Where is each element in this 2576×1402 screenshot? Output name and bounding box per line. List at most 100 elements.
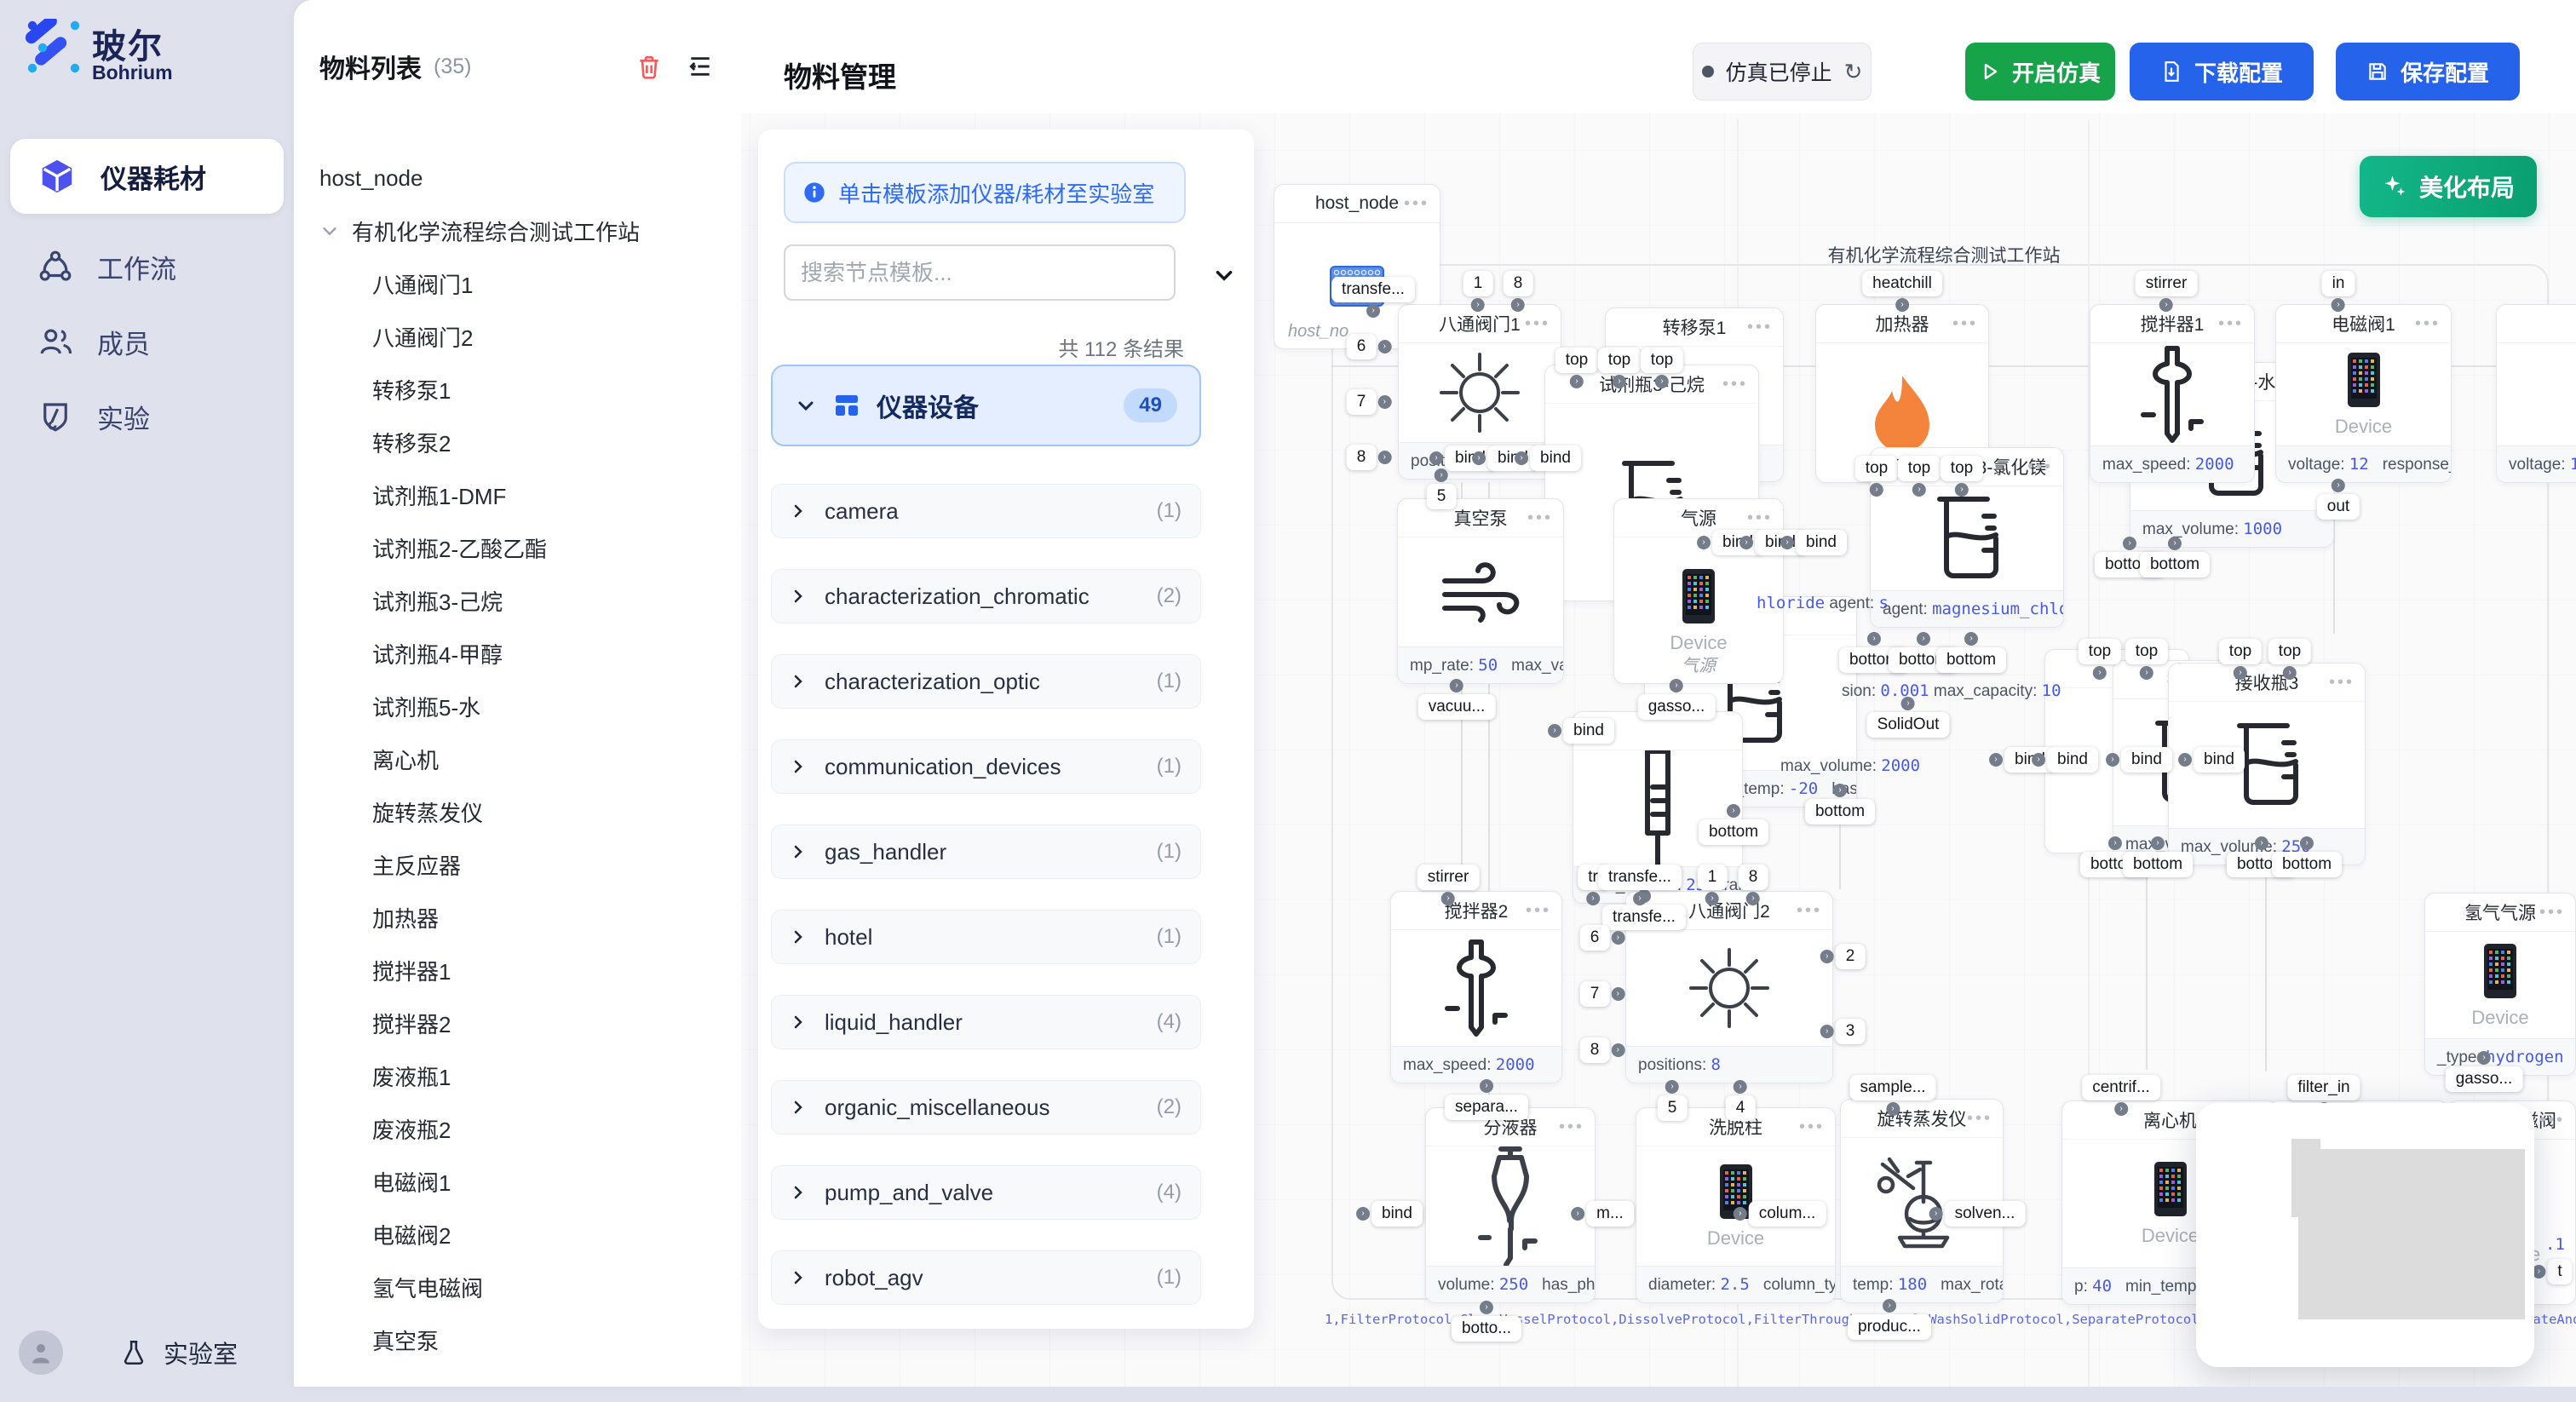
beautify-layout-button[interactable]: 美化布局 — [2360, 156, 2537, 217]
port-dot-icon[interactable]: › — [1867, 632, 1881, 646]
port-top[interactable]: top› — [2079, 639, 2121, 664]
node-menu-icon[interactable]: ••• — [1525, 305, 1550, 342]
category-communication_devices[interactable]: communication_devices(1) — [771, 739, 1201, 794]
port-dot-icon[interactable]: › — [1471, 298, 1485, 312]
port-bind[interactable]: bind› — [1563, 718, 1614, 744]
simulation-status-badge[interactable]: 仿真已停止 ↻ — [1693, 43, 1872, 101]
port-dot-icon[interactable]: › — [1665, 1080, 1679, 1094]
node-氢气气源[interactable]: 氢气气源•••Device_type: hydrogenmax_pre — [2424, 893, 2576, 1076]
port-produc...[interactable]: produc...› — [1848, 1314, 1931, 1340]
port-2[interactable]: 2› — [1836, 944, 1866, 969]
port-bottom[interactable]: bottom› — [2123, 852, 2193, 877]
port-dot-icon[interactable]: › — [2032, 753, 2045, 767]
port-dot-icon[interactable]: › — [1820, 950, 1834, 963]
port-bind[interactable]: bind› — [2194, 747, 2245, 773]
port-7[interactable]: 7› — [1580, 981, 1610, 1007]
node-menu-icon[interactable]: ••• — [2415, 305, 2441, 342]
port-dot-icon[interactable]: › — [1366, 304, 1380, 318]
port-SolidOut[interactable]: SolidOut› — [1867, 712, 1950, 738]
node-menu-icon[interactable]: ••• — [1559, 1108, 1584, 1146]
port-dot-icon[interactable]: › — [1820, 1025, 1834, 1038]
port-bottom[interactable]: bottom› — [1936, 647, 2006, 673]
port-top[interactable]: top› — [1598, 348, 1641, 373]
port-bind[interactable]: bind› — [2121, 747, 2172, 773]
refresh-icon[interactable]: ↻ — [1844, 59, 1863, 85]
node-搅拌器2[interactable]: 搅拌器2•••max_speed: 2000 — [1390, 891, 1562, 1083]
node-menu-icon[interactable]: ••• — [1797, 892, 1822, 929]
port-5[interactable]: 5› — [1658, 1095, 1688, 1121]
port-dot-icon[interactable]: › — [1571, 1207, 1584, 1221]
node-气源[interactable]: 气源•••Device气源 — [1613, 498, 1784, 684]
save-config-button[interactable]: 保存配置 — [2336, 43, 2520, 101]
port-transfe...[interactable]: transfe...› — [1331, 277, 1415, 302]
node-menu-icon[interactable]: ••• — [2218, 305, 2244, 342]
port-dot-icon[interactable]: › — [2106, 753, 2119, 767]
category-characterization_chromatic[interactable]: characterization_chromatic(2) — [771, 569, 1201, 623]
port-8[interactable]: 8› — [1580, 1037, 1610, 1063]
port-8[interactable]: 8› — [1347, 445, 1377, 470]
port-out[interactable]: out› — [2317, 494, 2360, 520]
port-botto...[interactable]: botto...› — [1452, 1316, 1521, 1342]
node-分液器[interactable]: 分液器•••volume: 250has_phases: true — [1425, 1107, 1596, 1303]
port-dot-icon[interactable]: › — [1441, 892, 1455, 905]
sidebar-item-工作流[interactable]: 工作流 — [10, 229, 284, 304]
port-dot-icon[interactable]: › — [1739, 536, 1753, 549]
port-8[interactable]: 8› — [1504, 271, 1533, 296]
port-dot-icon[interactable]: › — [1570, 375, 1584, 388]
avatar[interactable] — [19, 1330, 63, 1375]
port-centrif...[interactable]: centrif...› — [2082, 1075, 2160, 1100]
port-top[interactable]: top› — [2219, 639, 2262, 664]
port-6[interactable]: 6› — [1580, 925, 1610, 951]
port-dot-icon[interactable]: › — [1670, 679, 1683, 692]
port-bottom[interactable]: bottom› — [2272, 852, 2342, 877]
port-dot-icon[interactable]: › — [1989, 753, 2003, 767]
port-5[interactable]: 5› — [1427, 484, 1457, 509]
node-menu-icon[interactable]: ••• — [2539, 893, 2565, 931]
port-bind[interactable]: bind› — [2047, 747, 2098, 773]
chevron-down-icon[interactable] — [1211, 264, 1237, 286]
chevron-down-icon[interactable] — [319, 221, 340, 240]
port-m...[interactable]: m...› — [1586, 1201, 1634, 1227]
port-dot-icon[interactable]: › — [1377, 451, 1391, 464]
download-config-button[interactable]: 下载配置 — [2130, 43, 2314, 101]
port-sample...[interactable]: sample...› — [1849, 1075, 1935, 1100]
port-1[interactable]: 1› — [1463, 271, 1493, 296]
category-robot_agv[interactable]: robot_agv(1) — [771, 1250, 1201, 1305]
port-dot-icon[interactable]: › — [1633, 892, 1647, 905]
port-transfe...[interactable]: transfe...› — [1598, 865, 1682, 890]
node-menu-icon[interactable]: ••• — [2539, 1101, 2565, 1139]
port-dot-icon[interactable]: › — [1929, 1207, 1943, 1221]
port-separa...[interactable]: separa...› — [1445, 1095, 1528, 1120]
port-filter_in[interactable]: filter_in› — [2287, 1075, 2360, 1100]
port-gasso...[interactable]: gasso...› — [1638, 694, 1716, 720]
port-dot-icon[interactable]: › — [1548, 724, 1561, 738]
category-hotel[interactable]: hotel(1) — [771, 910, 1201, 964]
port-dot-icon[interactable]: › — [1886, 1102, 1900, 1116]
port-bind[interactable]: bind› — [1530, 445, 1581, 471]
port-dot-icon[interactable]: › — [1746, 892, 1760, 905]
port-dot-icon[interactable]: › — [1429, 451, 1443, 465]
port-top[interactable]: top› — [1898, 456, 1941, 481]
port-dot-icon[interactable]: › — [1586, 892, 1600, 905]
category-organic_miscellaneous[interactable]: organic_miscellaneous(2) — [771, 1080, 1201, 1135]
node-真空泵[interactable]: 真空泵•••mp_rate: 50max_vacuum: 0.1 — [1397, 498, 1564, 684]
port-transfe...[interactable]: transfe...› — [1602, 905, 1686, 930]
port-7[interactable]: 7› — [1347, 389, 1377, 415]
category-gas_handler[interactable]: gas_handler(1) — [771, 825, 1201, 879]
port-dot-icon[interactable]: › — [1655, 375, 1669, 388]
section-instruments[interactable]: 仪器设备 49 — [771, 365, 1201, 446]
port-dot-icon[interactable]: › — [2114, 1102, 2128, 1116]
port-dot-icon[interactable]: › — [2300, 836, 2314, 850]
port-3[interactable]: 3› — [1836, 1019, 1866, 1044]
node-unnamed[interactable]: •••voltage: 12 — [2496, 304, 2576, 483]
category-pump_and_valve[interactable]: pump_and_valve(4) — [771, 1165, 1201, 1220]
node-menu-icon[interactable]: ••• — [1527, 499, 1553, 537]
port-gasso...[interactable]: gasso...› — [2446, 1066, 2523, 1092]
node-menu-icon[interactable]: ••• — [2329, 664, 2355, 701]
port-dot-icon[interactable]: › — [2168, 537, 2182, 550]
port-dot-icon[interactable]: › — [1611, 1043, 1624, 1057]
node-menu-icon[interactable]: ••• — [1526, 892, 1551, 929]
port-top[interactable]: top› — [2125, 639, 2168, 664]
port-dot-icon[interactable]: › — [1912, 483, 1926, 497]
port-dot-icon[interactable]: › — [1780, 536, 1794, 549]
